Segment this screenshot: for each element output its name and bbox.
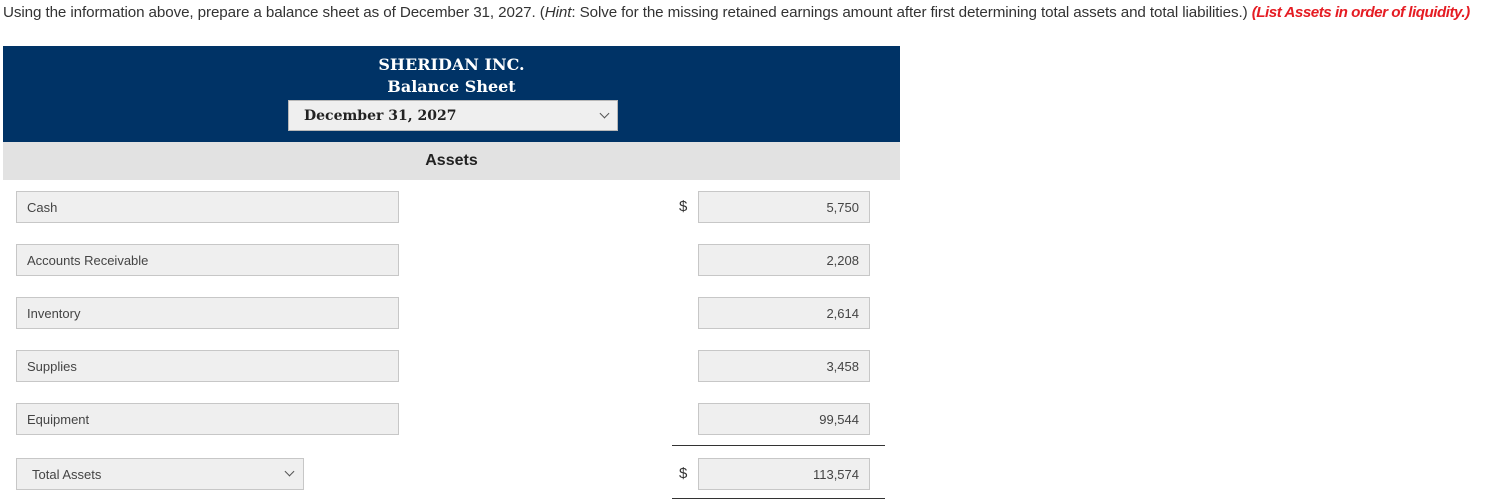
amount-value: 99,544 <box>819 412 859 427</box>
account-label: Accounts Receivable <box>27 253 149 268</box>
account-label: Equipment <box>27 412 90 427</box>
instructions-lead: Using the information above, prepare a b… <box>3 4 545 21</box>
assets-section-header: Assets <box>3 142 900 180</box>
amount-input-accounts-receivable[interactable]: 2,208 <box>698 244 870 276</box>
company-name: SHERIDAN INC. <box>378 55 525 74</box>
hint-label: Hint <box>544 4 572 21</box>
liquidity-note: (List Assets in order of liquidity.) <box>1251 4 1470 21</box>
statement-title: Balance Sheet <box>387 77 516 96</box>
statement-header: SHERIDAN INC. Balance Sheet December 31,… <box>3 46 900 142</box>
account-label: Inventory <box>27 306 81 321</box>
account-input-inventory[interactable]: Inventory <box>16 297 399 329</box>
amount-value: 113,574 <box>812 467 859 482</box>
date-dropdown[interactable]: December 31, 2027 <box>288 100 618 131</box>
account-label: Supplies <box>27 359 77 374</box>
amount-value: 5,750 <box>826 200 859 215</box>
total-label: Total Assets <box>32 467 102 482</box>
account-input-supplies[interactable]: Supplies <box>16 350 399 382</box>
amount-input-inventory[interactable]: 2,614 <box>698 297 870 329</box>
account-input-equipment[interactable]: Equipment <box>16 403 399 435</box>
amount-input-total-assets[interactable]: 113,574 <box>698 458 870 490</box>
amount-input-supplies[interactable]: 3,458 <box>698 350 870 382</box>
account-input-accounts-receivable[interactable]: Accounts Receivable <box>16 244 399 276</box>
total-rule <box>672 498 885 499</box>
account-label: Cash <box>27 200 58 215</box>
amount-value: 2,208 <box>826 253 859 268</box>
dollar-sign: $ <box>679 465 688 482</box>
chevron-down-icon <box>599 108 610 119</box>
amount-input-equipment[interactable]: 99,544 <box>698 403 870 435</box>
total-assets-dropdown[interactable]: Total Assets <box>16 458 304 490</box>
amount-input-cash[interactable]: 5,750 <box>698 191 870 223</box>
dollar-sign: $ <box>679 198 688 215</box>
section-title: Assets <box>425 152 478 169</box>
chevron-down-icon <box>284 466 295 477</box>
instructions: Using the information above, prepare a b… <box>3 4 1512 21</box>
amount-value: 2,614 <box>826 306 859 321</box>
amount-value: 3,458 <box>826 359 859 374</box>
account-input-cash[interactable]: Cash <box>16 191 399 223</box>
subtotal-rule <box>672 445 885 446</box>
hint-text: : Solve for the missing retained earning… <box>571 4 1252 21</box>
date-dropdown-value: December 31, 2027 <box>304 108 457 124</box>
